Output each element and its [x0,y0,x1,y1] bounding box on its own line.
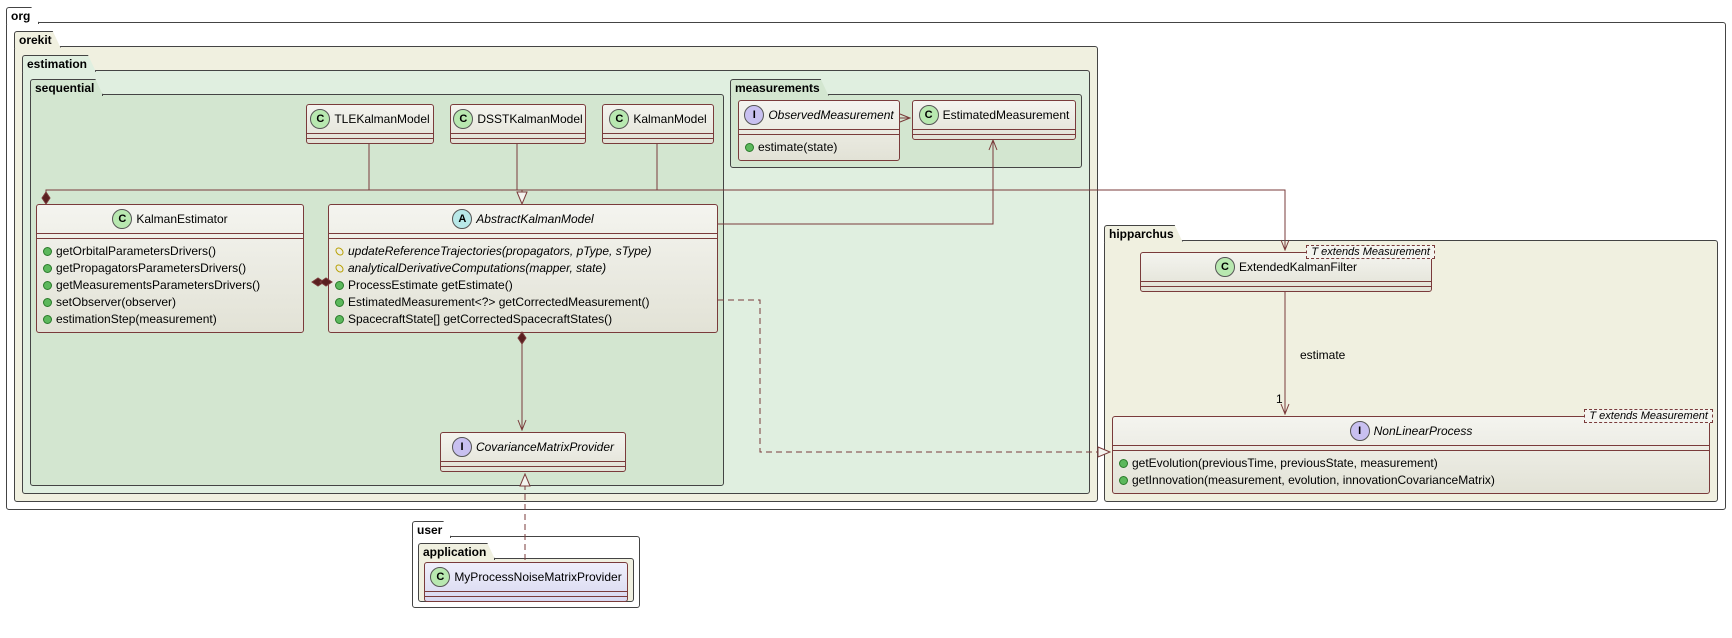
class-name: EstimatedMeasurement [943,108,1070,122]
public-icon [1119,476,1128,485]
class-icon: C [1215,257,1235,277]
generic-param: T extends Measurement [1584,409,1713,423]
class-icon: C [112,209,132,229]
class-name: DSSTKalmanModel [477,112,582,126]
interface-icon: I [744,105,764,125]
package-hipparchus-label: hipparchus [1104,225,1183,242]
class-name: ExtendedKalmanFilter [1239,260,1357,274]
public-icon [43,247,52,256]
class-icon: C [919,105,939,125]
class-icon: C [453,109,473,129]
class-name: NonLinearProcess [1374,424,1473,438]
public-icon [335,298,344,307]
class-name: AbstractKalmanModel [476,212,593,226]
public-icon [43,264,52,273]
protected-icon [334,263,345,274]
class-name: KalmanEstimator [136,212,227,226]
public-icon [1119,459,1128,468]
class-kalman-model: C KalmanModel [602,104,714,144]
package-measurements-label: measurements [730,79,829,96]
class-name: KalmanModel [633,112,706,126]
class-estimated-measurement: C EstimatedMeasurement [912,100,1076,140]
class-icon: C [310,109,330,129]
class-icon: C [430,567,450,587]
class-abstract-kalman-model: AAbstractKalmanModel updateReferenceTraj… [328,204,718,333]
class-name: TLEKalmanModel [334,112,429,126]
interface-icon: I [452,437,472,457]
class-kalman-estimator: CKalmanEstimator getOrbitalParametersDri… [36,204,304,333]
class-name: ObservedMeasurement [768,108,893,122]
package-orekit-label: orekit [14,31,61,48]
generic-param: T extends Measurement [1306,245,1435,259]
public-icon [43,298,52,307]
package-user-label: user [412,521,451,538]
public-icon [335,281,344,290]
interface-icon: I [1350,421,1370,441]
class-tle-kalman-model: C TLEKalmanModel [306,104,434,144]
public-icon [745,143,754,152]
class-observed-measurement: IObservedMeasurement estimate(state) [738,100,900,161]
protected-icon [334,246,345,257]
package-estimation-label: estimation [22,55,96,72]
multiplicity-one: 1 [1276,392,1283,406]
class-dsst-kalman-model: C DSSTKalmanModel [450,104,586,144]
public-icon [335,315,344,324]
class-extended-kalman-filter: T extends Measurement CExtendedKalmanFil… [1140,252,1432,292]
public-icon [43,315,52,324]
association-label-estimate: estimate [1300,348,1345,362]
package-sequential-label: sequential [30,79,103,96]
class-name: MyProcessNoiseMatrixProvider [454,570,621,584]
class-my-process-noise-matrix-provider: C MyProcessNoiseMatrixProvider [424,562,628,602]
abstract-icon: A [452,209,472,229]
package-org-label: org [6,7,39,24]
package-application-label: application [418,543,495,560]
class-icon: C [609,109,629,129]
class-covariance-matrix-provider: I CovarianceMatrixProvider [440,432,626,472]
class-name: CovarianceMatrixProvider [476,440,614,454]
class-non-linear-process: T extends Measurement INonLinearProcess … [1112,416,1710,494]
public-icon [43,281,52,290]
